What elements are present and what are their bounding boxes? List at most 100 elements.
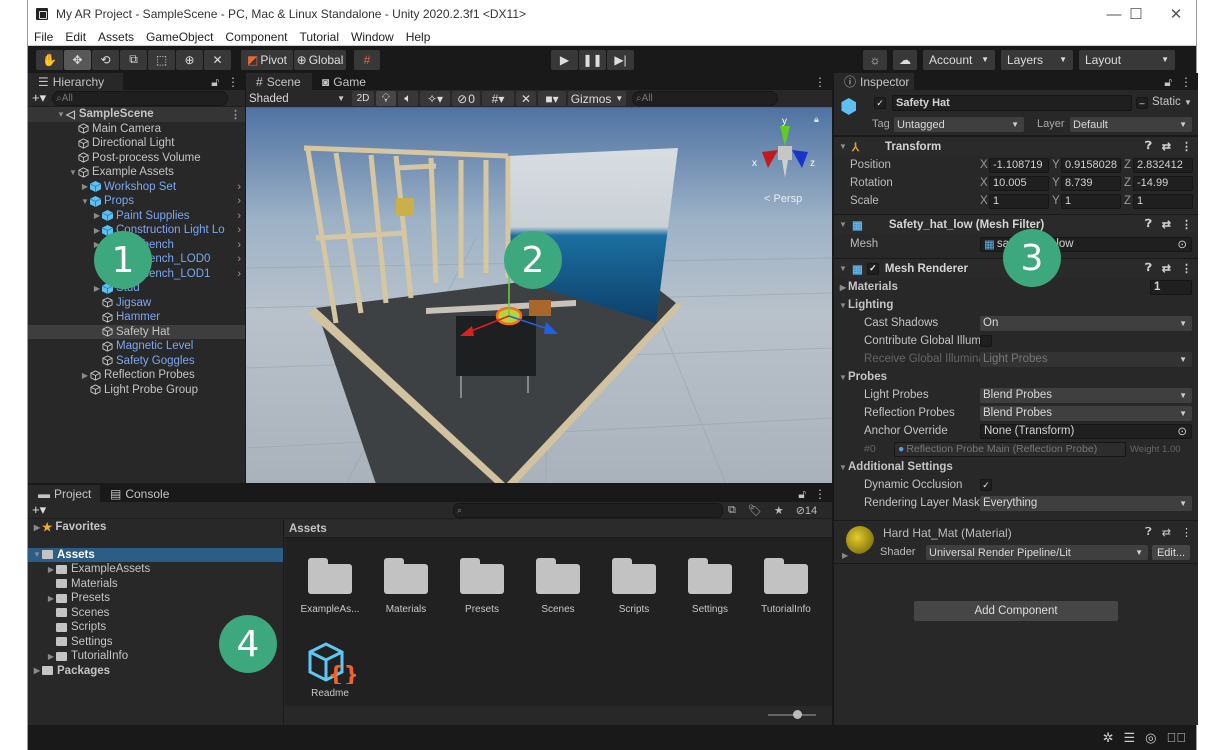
hierarchy-item[interactable]: Directional Light [28,136,245,151]
rotate-tool-button[interactable]: ⟲ [92,49,119,70]
x-axis-label[interactable]: X [980,195,988,207]
services-button[interactable]: ☼ [863,49,887,70]
asset-folder[interactable]: ExampleAs... [295,558,365,615]
expand-arrow-icon[interactable]: ▼ [32,550,42,559]
scale-tool-button[interactable]: ⧉ [120,49,147,70]
kebab-menu-icon[interactable]: ⋮ [814,75,826,89]
hierarchy-search-input[interactable]: ⌕ All [52,90,229,106]
layer-dropdown[interactable]: Default ▼ [1070,117,1192,132]
presets-icon[interactable]: ⇄ [1162,262,1171,275]
global-toggle[interactable]: ⊕ Global [294,49,346,70]
tab-hierarchy[interactable]: ☰ Hierarchy [28,73,123,90]
y-axis-label[interactable]: Y [1052,195,1060,207]
dynamic-occlusion-checkbox[interactable]: ✓ [980,479,992,491]
search-by-label-icon[interactable]: 🏷︎ [748,504,762,517]
chevron-right-icon[interactable]: › [237,239,241,251]
static-dropdown[interactable]: Static ▼ [1152,96,1192,108]
tab-scene[interactable]: # Scene [246,73,312,90]
asset-folder[interactable]: TutorialInfo [751,558,821,615]
cloud-button[interactable]: ☁ [893,49,917,70]
expand-arrow-icon[interactable]: ▶ [46,565,56,574]
hierarchy-item[interactable]: ▶ Workshop Set › [28,180,245,195]
help-icon[interactable]: ❓︎ [1145,218,1152,231]
y-value-field[interactable]: 1 [1061,193,1121,209]
scene-render[interactable]: y x z 🔒︎ < Persp [246,108,832,483]
expand-arrow-icon[interactable]: ▼ [68,168,78,177]
chevron-right-icon[interactable]: › [237,181,241,193]
asset-folder[interactable]: Scenes [523,558,593,615]
hierarchy-item[interactable]: Safety Goggles [28,354,245,369]
mesh-renderer-enabled-checkbox[interactable]: ✓ [866,262,879,275]
z-value-field[interactable]: -14.99 [1133,175,1193,191]
tag-dropdown[interactable]: Untagged ▼ [894,117,1024,132]
active-checkbox[interactable]: ✓ [874,97,886,109]
lighting-foldout[interactable]: ▼ Lighting [834,296,1198,314]
collapse-arrow-icon[interactable]: ▼ [838,264,848,273]
asset-folder[interactable]: Settings [675,558,745,615]
kebab-menu-icon[interactable]: ⋮ [1181,140,1192,153]
hierarchy-item[interactable]: Jigsaw [28,296,245,311]
hierarchy-item[interactable]: ▶ Reflection Probes [28,368,245,383]
help-icon[interactable]: ❓︎ [1145,262,1152,275]
kebab-menu-icon[interactable]: ⋮ [230,108,241,121]
tab-inspector[interactable]: ⓘ Inspector [834,73,914,90]
presets-icon[interactable]: ⇄ [1162,526,1171,539]
lighting-toggle[interactable]: 💡︎ [376,91,396,106]
audio-toggle[interactable]: 🔈︎ [398,91,418,106]
project-tree-item[interactable]: ▶ Presets [28,591,283,606]
expand-arrow-icon[interactable]: ▶ [92,284,102,293]
add-component-button[interactable]: Add Component [914,601,1118,621]
x-axis-label[interactable]: X [980,159,988,171]
presets-icon[interactable]: ⇄ [1162,218,1171,231]
menu-edit[interactable]: Edit [59,30,92,44]
kebab-menu-icon[interactable]: ⋮ [1181,526,1192,539]
layers-dropdown[interactable]: Layers ▼ [1001,49,1073,70]
collapse-arrow-icon[interactable]: ▼ [838,373,848,382]
icon-size-slider[interactable] [768,714,816,716]
hierarchy-item[interactable]: Safety Hat [28,324,245,339]
menu-file[interactable]: File [28,30,59,44]
probes-foldout[interactable]: ▼ Probes [834,368,1198,386]
y-value-field[interactable]: 0.9158028 [1061,157,1121,173]
light-probes-dropdown[interactable]: Blend Probes ▼ [980,387,1192,403]
help-icon[interactable]: ❓︎ [1145,526,1152,539]
custom-tool-button[interactable]: ✕ [204,49,231,70]
anchor-override-field[interactable]: None (Transform) ⊙ [980,423,1192,439]
chevron-right-icon[interactable]: › [237,195,241,207]
lock-icon[interactable]: 🔓︎ [1164,75,1172,90]
2d-toggle[interactable]: 2D [352,91,374,106]
object-name-field[interactable]: Safety Hat [892,95,1132,111]
expand-arrow-icon[interactable]: ▶ [838,283,848,292]
menu-assets[interactable]: Assets [92,30,140,44]
breadcrumb-assets[interactable]: Assets [289,523,327,535]
maximize-button[interactable]: ☐ [1114,0,1158,28]
hidden-packages-toggle[interactable]: ⊘14 [796,504,817,517]
hierarchy-item[interactable]: Hammer [28,310,245,325]
project-tree-item[interactable]: Materials [28,577,283,592]
close-button[interactable]: ✕ [1154,0,1198,28]
expand-arrow-icon[interactable]: ▶ [80,371,90,380]
menu-tutorial[interactable]: Tutorial [293,30,345,44]
y-axis-label[interactable]: Y [1052,177,1060,189]
asset-folder[interactable]: Scripts [599,558,669,615]
help-icon[interactable]: ❓︎ [1145,140,1152,153]
menu-window[interactable]: Window [345,30,400,44]
x-value-field[interactable]: -1.108719 [989,157,1049,173]
shader-dropdown[interactable]: Universal Render Pipeline/Lit ▼ [926,545,1148,560]
lock-icon[interactable]: 🔒︎ [814,114,819,124]
z-axis-label[interactable]: Z [1124,195,1131,207]
shading-mode-dropdown[interactable]: Shaded ▼ [246,91,350,106]
debug-bug-icon[interactable]: ✲ [1103,730,1114,746]
expand-arrow-icon[interactable]: ▼ [80,197,90,206]
lock-icon[interactable]: 🔓︎ [211,75,219,90]
y-value-field[interactable]: 8.739 [1061,175,1121,191]
expand-arrow-icon[interactable]: ▶ [46,652,56,661]
gizmos-dropdown[interactable]: Gizmos ▼ [568,91,626,106]
kebab-menu-icon[interactable]: ⋮ [814,487,826,502]
camera-dropdown[interactable]: ■▾ [538,91,566,106]
effects-dropdown[interactable]: ✧▾ [420,91,450,106]
transform-tool-button[interactable]: ⊕ [176,49,203,70]
persp-label[interactable]: < Persp [764,193,802,205]
lock-icon[interactable]: 🔓︎ [798,487,806,502]
menu-component[interactable]: Component [219,30,293,44]
